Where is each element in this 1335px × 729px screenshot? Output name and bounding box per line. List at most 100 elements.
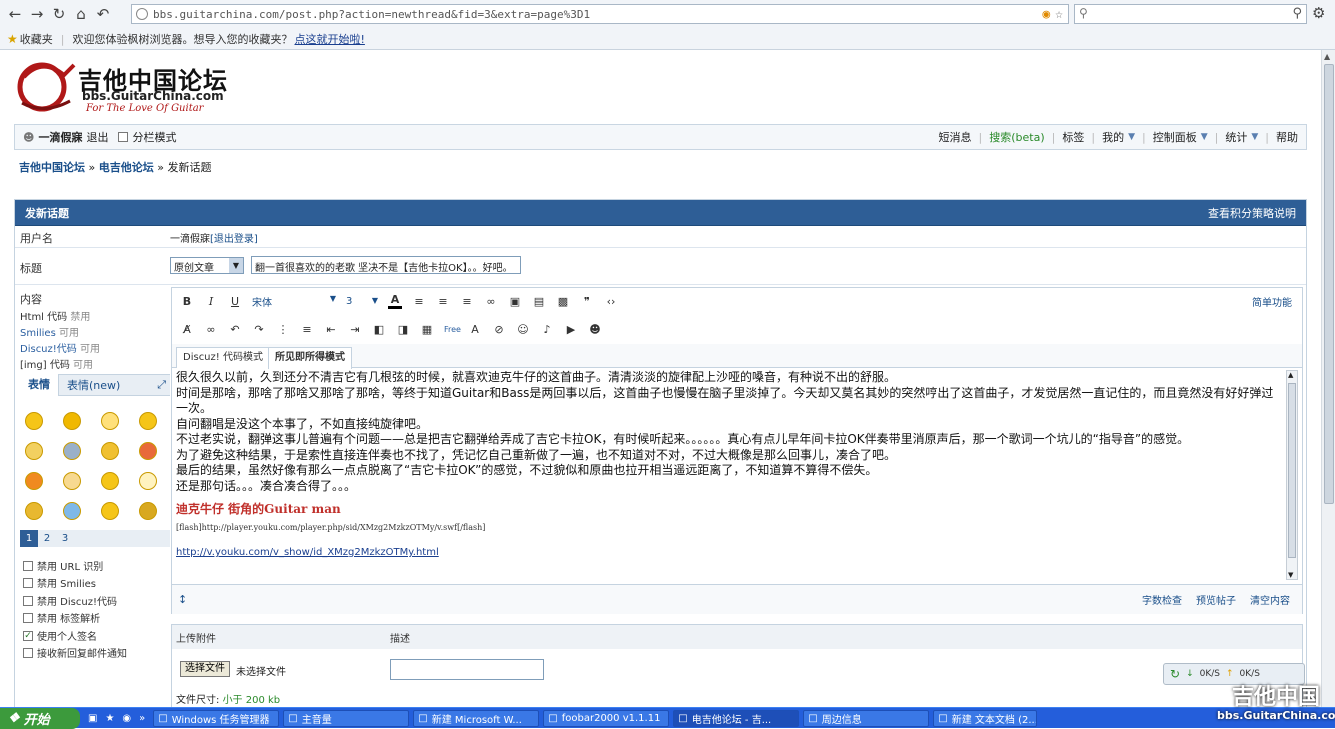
- task-volume[interactable]: □ 主音量: [283, 709, 410, 727]
- address-bar[interactable]: bbs.guitarchina.com/post.php?action=newt…: [131, 4, 1069, 24]
- smiley-icon[interactable]: [139, 502, 157, 520]
- text-color-icon[interactable]: A: [388, 293, 402, 309]
- smiley-icon[interactable]: [101, 472, 119, 490]
- chevron-down-icon[interactable]: ▼: [1128, 132, 1135, 142]
- search-input[interactable]: ⚲ ⚲: [1074, 4, 1307, 24]
- underline-icon[interactable]: U: [228, 295, 242, 308]
- clear-content-link[interactable]: 清空内容: [1250, 592, 1290, 607]
- option-disable-smilies[interactable]: 禁用 Smilies: [23, 575, 96, 590]
- task-foobar[interactable]: □ foobar2000 v1.1.11: [543, 709, 670, 727]
- qq-icon[interactable]: ☺: [516, 323, 530, 336]
- nav-mine[interactable]: 我的: [1102, 129, 1124, 145]
- option-disable-tags[interactable]: 禁用 标签解析: [23, 610, 100, 625]
- scroll-up-icon[interactable]: ▲: [1288, 371, 1293, 379]
- bold-icon[interactable]: B: [180, 295, 194, 308]
- wrench-icon[interactable]: ⚙: [1312, 4, 1325, 22]
- preview-link[interactable]: 预览帖子: [1196, 592, 1236, 607]
- smiley-icon[interactable]: [63, 442, 81, 460]
- task-task-manager[interactable]: □ Windows 任务管理器: [153, 709, 280, 727]
- user-name[interactable]: 一滴假寐: [38, 129, 82, 145]
- split-mode-label[interactable]: 分栏模式: [132, 129, 176, 145]
- tab-smilies[interactable]: 表情: [20, 374, 59, 396]
- ordered-list-icon[interactable]: ⋮: [276, 323, 290, 336]
- checkbox-checked[interactable]: ✓: [23, 630, 33, 641]
- breadcrumb-forum[interactable]: 电吉他论坛: [99, 161, 154, 174]
- outdent-icon[interactable]: ⇤: [324, 323, 338, 336]
- page-3[interactable]: 3: [56, 533, 74, 544]
- link-icon[interactable]: ∞: [484, 295, 498, 308]
- unlink-icon[interactable]: ∞: [204, 323, 218, 336]
- undo-icon[interactable]: ↶: [228, 323, 242, 336]
- editor-scroll-thumb[interactable]: [1288, 383, 1296, 558]
- network-speed-widget[interactable]: ↻ ↓ 0K/S ↑ 0K/S: [1163, 663, 1305, 685]
- table-icon[interactable]: ▦: [420, 323, 434, 336]
- smiley-icon[interactable]: [139, 442, 157, 460]
- code-icon[interactable]: ‹›: [604, 295, 618, 308]
- indent-icon[interactable]: ⇥: [348, 323, 362, 336]
- split-mode-checkbox[interactable]: [118, 132, 129, 142]
- smiley-icon[interactable]: [25, 472, 43, 490]
- nav-stats[interactable]: 统计: [1225, 129, 1247, 145]
- nav-messages[interactable]: 短消息: [939, 129, 972, 145]
- chrome-icon[interactable]: ◉: [1042, 7, 1050, 22]
- tab-wysiwyg-mode[interactable]: 所见即所得模式: [268, 347, 352, 369]
- resize-icon[interactable]: ↕: [178, 593, 187, 606]
- align-center-icon[interactable]: ≡: [436, 295, 450, 308]
- font-style-icon[interactable]: A: [468, 323, 482, 336]
- video-link[interactable]: http://v.youku.com/v_show/id_XMzg2MzkzOT…: [176, 545, 1274, 561]
- search-go-icon[interactable]: ⚲: [1292, 6, 1302, 21]
- nav-help[interactable]: 帮助: [1276, 129, 1298, 145]
- smiley-icon[interactable]: [139, 472, 157, 490]
- site-logo[interactable]: 吉他中国论坛 bbs.GuitarChina.com For The Love …: [14, 57, 244, 117]
- thread-type-select[interactable]: 原创文章 ▼: [170, 257, 244, 274]
- logout-link[interactable]: 退出: [86, 129, 108, 145]
- desktop-icon[interactable]: ▣: [88, 713, 97, 724]
- flash-icon[interactable]: ▩: [556, 295, 570, 308]
- editor-content[interactable]: 很久很久以前，久到还分不清吉它有几根弦的时候，就喜欢迪克牛仔的这首曲子。清清淡淡…: [176, 370, 1274, 580]
- app-icon[interactable]: ★: [105, 713, 114, 724]
- checkbox[interactable]: [23, 577, 33, 588]
- float-right-icon[interactable]: ◨: [396, 323, 410, 336]
- scroll-down-icon[interactable]: ▼: [1288, 571, 1293, 579]
- expand-icon[interactable]: »: [139, 713, 145, 724]
- nav-control-panel[interactable]: 控制面板: [1153, 129, 1197, 145]
- font-select[interactable]: 宋体 ▼: [252, 294, 336, 309]
- checkbox[interactable]: [23, 560, 33, 571]
- smiley-icon[interactable]: [25, 412, 43, 430]
- description-input[interactable]: [390, 659, 544, 680]
- tab-smilies-new[interactable]: 表情(new): [59, 377, 128, 393]
- task-info[interactable]: □ 周边信息: [803, 709, 930, 727]
- smiley-icon[interactable]: [63, 502, 81, 520]
- align-right-icon[interactable]: ≡: [460, 295, 474, 308]
- discuz-code-link[interactable]: Discuz!代码: [20, 344, 77, 355]
- app-icon[interactable]: ◉: [122, 713, 131, 724]
- smiley-icon[interactable]: [25, 502, 43, 520]
- smiley-icon[interactable]: [101, 442, 119, 460]
- smilies-link[interactable]: Smilies: [20, 328, 56, 339]
- undo-icon[interactable]: ↶: [92, 3, 114, 25]
- page-scrollbar[interactable]: ▲: [1321, 50, 1335, 707]
- nav-tags[interactable]: 标签: [1062, 129, 1084, 145]
- media-icon[interactable]: ▤: [532, 295, 546, 308]
- smiley-icon[interactable]: [63, 412, 81, 430]
- no-icon[interactable]: ⊘: [492, 323, 506, 336]
- favorites-label[interactable]: 收藏夹: [20, 31, 53, 47]
- free-icon[interactable]: Free: [444, 325, 461, 334]
- subject-input[interactable]: 翻一首很喜欢的的老歌 坚决不是【吉他卡拉OK】。。好吧。: [251, 256, 521, 274]
- chevron-down-icon[interactable]: ▼: [1201, 132, 1208, 142]
- option-use-signature[interactable]: ✓ 使用个人签名: [23, 628, 97, 643]
- smiley-icon[interactable]: [101, 412, 119, 430]
- logout-login-link[interactable]: [退出登录]: [210, 234, 258, 245]
- checkbox[interactable]: [23, 647, 33, 658]
- remove-format-icon[interactable]: A̸: [180, 323, 194, 336]
- scroll-up-icon[interactable]: ▲: [1324, 52, 1330, 61]
- star-icon[interactable]: ☆: [1055, 7, 1063, 22]
- option-disable-url[interactable]: 禁用 URL 识别: [23, 558, 103, 573]
- task-notepad[interactable]: □ 新建 文本文档 (2...: [933, 709, 1038, 727]
- start-button[interactable]: ❖ 开始: [0, 707, 80, 729]
- quote-icon[interactable]: ❞: [580, 295, 594, 308]
- expand-smilies-icon[interactable]: ⤢: [157, 378, 170, 392]
- smiley-icon[interactable]: [101, 502, 119, 520]
- redo-icon[interactable]: ↷: [252, 323, 266, 336]
- simple-mode-link[interactable]: 简单功能: [1252, 294, 1292, 309]
